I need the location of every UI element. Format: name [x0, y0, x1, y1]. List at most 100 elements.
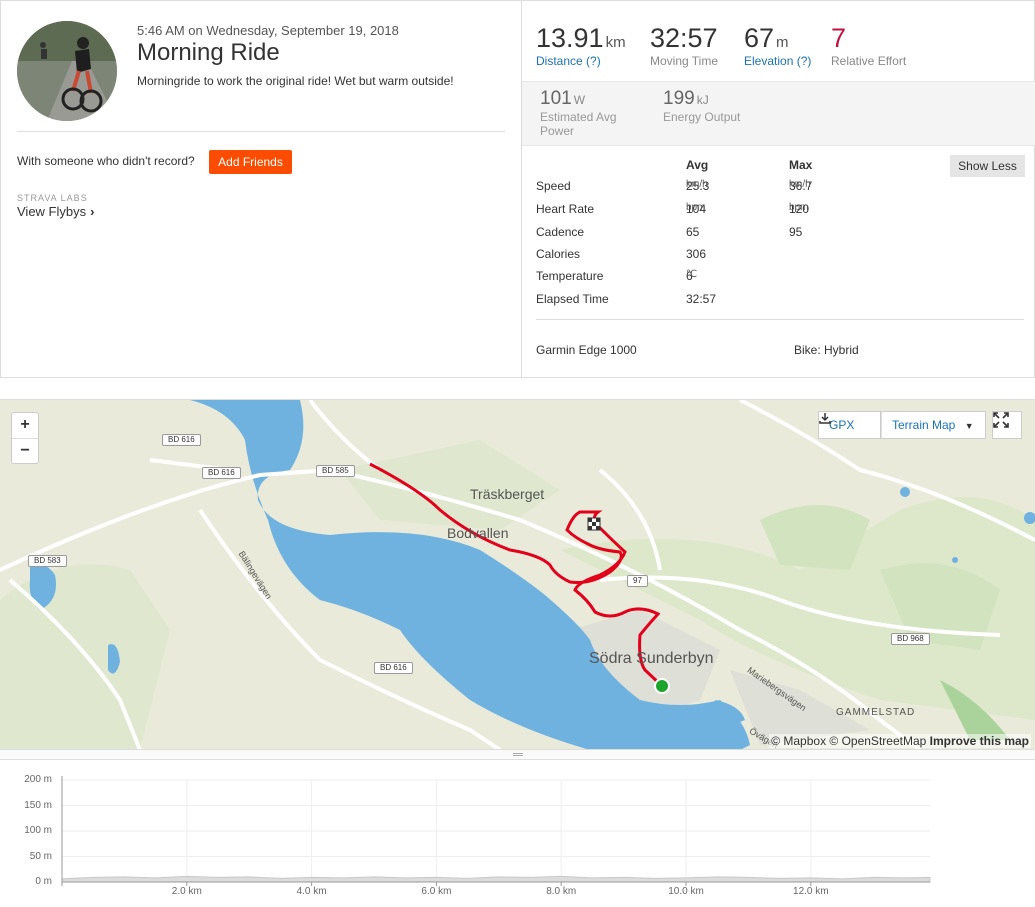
avatar-photo	[17, 21, 117, 121]
stat-avg-unit: ℃	[686, 269, 698, 280]
power-label-line1: Estimated Avg	[540, 110, 617, 124]
zoom-out-button[interactable]: −	[12, 438, 38, 463]
view-flybys-label: View Flybys	[17, 204, 87, 219]
stat-avg-value: 32:57	[686, 292, 717, 306]
energy-value: 199	[663, 88, 695, 109]
divider	[536, 319, 1024, 320]
distance-unit: km	[605, 34, 626, 51]
stat-label: Heart Rate	[536, 202, 595, 216]
road-badge-bd616: BD 616	[374, 662, 413, 674]
athlete-avatar[interactable]	[17, 21, 117, 121]
elevation-resize-handle[interactable]	[0, 749, 1035, 760]
fullscreen-button[interactable]	[992, 411, 1022, 439]
stats-row: Speed 25.3 km/h 36.7 km/h	[536, 179, 1016, 199]
stat-label: Cadence	[536, 225, 585, 239]
x-tick-label: 2.0 km	[171, 886, 202, 897]
elevation-area	[61, 875, 931, 883]
energy-label: Energy Output	[663, 110, 741, 124]
stat-label: Elapsed Time	[536, 292, 609, 306]
distance-label[interactable]: Distance (?)	[536, 54, 626, 68]
stat-max-unit: km/h	[789, 179, 811, 190]
y-tick-label: 150 m	[24, 799, 52, 811]
stat-energy: 199 kJ Energy Output	[663, 88, 740, 124]
caret-down-icon: ▼	[964, 421, 974, 431]
stats-row: Elapsed Time 32:57	[536, 292, 1016, 312]
road-badge-bd968: BD 968	[891, 633, 930, 645]
stat-avg-value: 65	[686, 225, 700, 239]
power-unit: W	[573, 93, 586, 107]
route-map[interactable]: Träskberget Bodvallen Södra Sunderbyn GA…	[0, 399, 1035, 749]
power-value: 101	[540, 88, 572, 109]
stats-row: Calories 306	[536, 247, 1016, 267]
power-panel: 101 W Estimated Avg Power 199 kJ Energy Ou…	[522, 81, 1035, 146]
stat-avg-value: 306	[686, 247, 707, 261]
stats-row: Heart Rate 104 bpm 120 bpm	[536, 202, 1016, 222]
moving-time-label: Moving Time	[650, 54, 719, 68]
improve-map-link[interactable]: Improve this map	[930, 734, 1029, 748]
y-tick-label: 200 m	[24, 774, 52, 785]
stat-avg-unit: bpm	[686, 202, 706, 213]
view-flybys-link[interactable]: View Flybys ›	[17, 204, 94, 219]
gpx-download-button[interactable]: GPX	[818, 411, 881, 439]
elevation-label[interactable]: Elevation (?)	[744, 54, 811, 68]
map-type-label: Terrain Map	[892, 418, 956, 432]
stat-max-value: 95	[789, 225, 803, 239]
elevation-chart-canvas[interactable]	[0, 760, 1035, 907]
activity-date: 5:46 AM on Wednesday, September 19, 2018	[137, 23, 399, 38]
x-tick-label: 8.0 km	[546, 886, 577, 897]
finish-flag-icon	[587, 517, 601, 531]
stat-label: Temperature	[536, 269, 604, 283]
stat-moving-time: 32:57 Moving Time	[650, 23, 718, 68]
zoom-in-button[interactable]: +	[12, 413, 38, 438]
chevron-right-icon: ›	[90, 204, 95, 219]
stat-distance: 13.91 km Distance (?)	[536, 23, 626, 68]
start-marker	[654, 678, 670, 694]
elevation-unit: m	[776, 34, 789, 51]
road-badge-bd616: BD 616	[162, 434, 201, 446]
map-attribution: © Mapbox © OpenStreetMap Improve this ma…	[769, 734, 1031, 748]
map-type-dropdown[interactable]: Terrain Map ▼	[881, 411, 986, 439]
stat-power: 101 W Estimated Avg Power	[540, 88, 617, 138]
distance-value: 13.91	[536, 23, 604, 53]
power-label-line2: Power	[540, 124, 575, 138]
stat-max-unit: bpm	[789, 202, 809, 213]
place-sodra-sunderbyn: Södra Sunderbyn	[589, 650, 714, 667]
map-canvas[interactable]	[0, 400, 1035, 749]
relative-effort-value: 7	[831, 23, 847, 53]
elevation-chart[interactable]: 200 m 150 m 100 m 50 m 0 m 2.0 km 4.0 km 6.0 km…	[0, 760, 1035, 907]
stat-label: Calories	[536, 247, 581, 261]
road-badge-bd585: BD 585	[316, 465, 355, 477]
avg-header: Avg	[686, 158, 709, 172]
road-badge-bd616: BD 616	[202, 467, 241, 479]
max-header: Max	[789, 158, 813, 172]
download-icon	[819, 413, 831, 424]
divider	[17, 131, 505, 132]
moving-time-value: 32:57	[650, 23, 718, 53]
activity-summary: 5:46 AM on Wednesday, September 19, 2018…	[0, 0, 1035, 378]
x-tick-label: 4.0 km	[296, 886, 327, 897]
stat-elevation: 67 m Elevation (?)	[744, 23, 811, 68]
place-traskberget: Träskberget	[470, 486, 545, 502]
expand-icon	[993, 412, 1009, 428]
with-someone-text: With someone who didn't record?	[17, 154, 195, 168]
attribution-text[interactable]: © Mapbox © OpenStreetMap	[771, 734, 926, 748]
activity-description: Morningride to work the original ride! W…	[137, 74, 454, 88]
bike-name[interactable]: Bike: Hybrid	[794, 343, 859, 357]
gpx-label: GPX	[829, 418, 855, 432]
road-badge-97: 97	[627, 575, 648, 587]
relative-effort-label: Relative Effort	[831, 54, 907, 68]
zoom-control: + −	[11, 412, 39, 464]
energy-unit: kJ	[696, 93, 709, 107]
activity-stats: 13.91 km Distance (?) 32:57 Moving Time 6…	[521, 1, 1035, 377]
stats-row: Cadence 65 95	[536, 225, 1016, 245]
add-friends-button[interactable]: Add Friends	[209, 150, 292, 174]
show-less-button[interactable]: Show Less	[950, 155, 1025, 177]
stat-relative-effort: 7 Relative Effort	[831, 23, 906, 68]
place-bodvallen: Bodvallen	[447, 525, 509, 541]
y-tick-label: 100 m	[24, 825, 52, 836]
x-tick-label: 10.0 km	[668, 886, 704, 897]
x-tick-label: 12.0 km	[793, 886, 829, 897]
x-tick-label: 6.0 km	[421, 886, 452, 897]
device-name: Garmin Edge 1000	[536, 343, 637, 357]
y-tick-label: 50 m	[29, 850, 52, 862]
